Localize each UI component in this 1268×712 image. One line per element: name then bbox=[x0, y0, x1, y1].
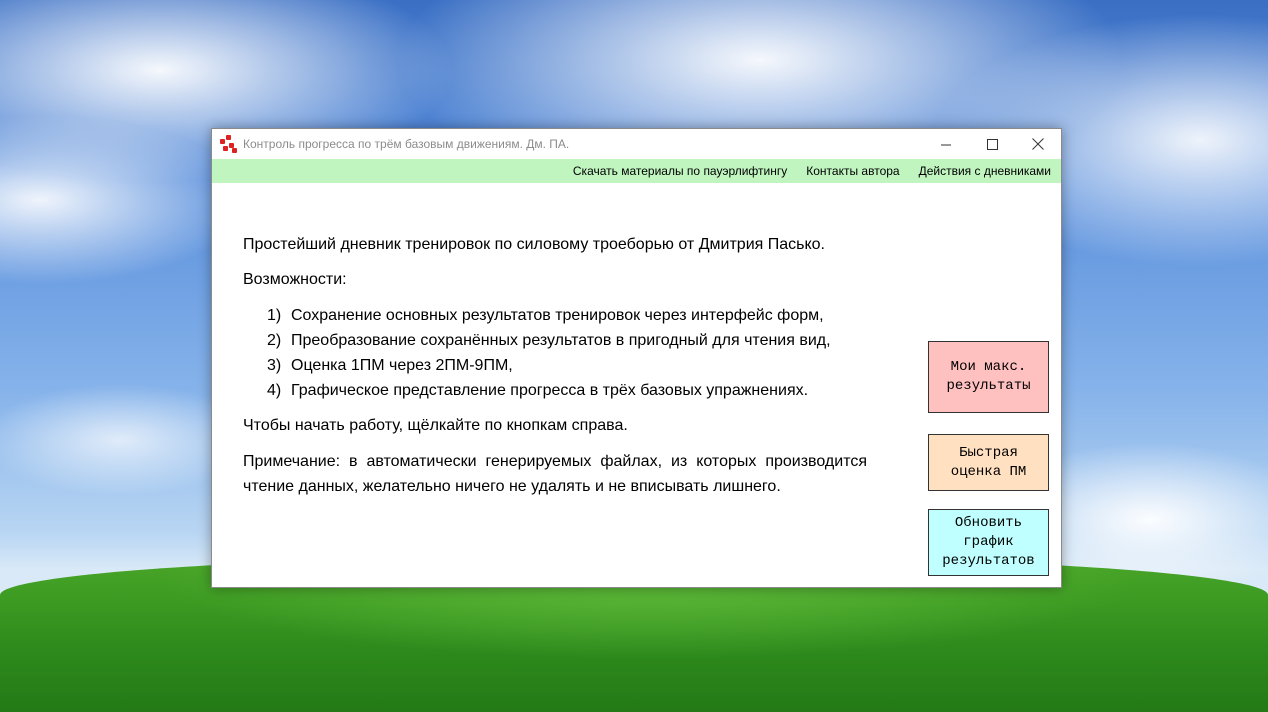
title-bar: Контроль прогресса по трём базовым движе… bbox=[212, 129, 1061, 159]
app-window: Контроль прогресса по трём базовым движе… bbox=[211, 128, 1062, 588]
intro-text: Простейший дневник тренировок по силовом… bbox=[243, 236, 825, 253]
maximize-button[interactable] bbox=[969, 129, 1015, 159]
app-icon bbox=[219, 135, 237, 153]
window-title: Контроль прогресса по трём базовым движе… bbox=[243, 137, 570, 151]
minimize-button[interactable] bbox=[923, 129, 969, 159]
close-button[interactable] bbox=[1015, 129, 1061, 159]
menu-item-author-contacts[interactable]: Контакты автора bbox=[806, 164, 899, 178]
list-item-text: Сохранение основных результатов трениров… bbox=[291, 307, 824, 324]
update-graph-button[interactable]: Обновить график результатов bbox=[928, 509, 1049, 576]
list-item: 3) Оценка 1ПМ через 2ПМ-9ПМ, bbox=[267, 353, 867, 378]
features-list: 1) Сохранение основных результатов тренир… bbox=[243, 303, 867, 403]
quick-estimate-button[interactable]: Быстрая оценка ПМ bbox=[928, 434, 1049, 491]
features-heading: Возможности: bbox=[243, 271, 347, 288]
start-hint: Чтобы начать работу, щёлкайте по кнопкам… bbox=[243, 417, 628, 434]
list-item-text: Оценка 1ПМ через 2ПМ-9ПМ, bbox=[291, 357, 513, 374]
list-item: 4) Графическое представление прогресса в … bbox=[267, 378, 867, 403]
list-item-text: Графическое представление прогресса в тр… bbox=[291, 382, 809, 399]
note-text: Примечание: в автоматически генерируемых… bbox=[243, 453, 867, 495]
list-item: 2) Преобразование сохранённых результатов… bbox=[267, 328, 867, 353]
description-text: Простейший дневник тренировок по силовом… bbox=[243, 233, 867, 510]
menu-item-diary-actions[interactable]: Действия с дневниками bbox=[919, 164, 1051, 178]
list-item-text: Преобразование сохранённых результатов в… bbox=[291, 332, 831, 349]
list-item-number: 4) bbox=[267, 382, 282, 399]
minimize-icon bbox=[940, 144, 951, 145]
menu-item-download-materials[interactable]: Скачать материалы по пауэрлифтингу bbox=[573, 164, 787, 178]
menu-bar: Скачать материалы по пауэрлифтингу Конта… bbox=[212, 159, 1061, 183]
list-item: 1) Сохранение основных результатов тренир… bbox=[267, 303, 867, 328]
list-item-number: 2) bbox=[267, 332, 282, 349]
maximize-icon bbox=[986, 138, 998, 150]
list-item-number: 3) bbox=[267, 357, 282, 374]
close-icon bbox=[1032, 138, 1044, 150]
max-results-button[interactable]: Мои макс. результаты bbox=[928, 341, 1049, 413]
list-item-number: 1) bbox=[267, 307, 282, 324]
